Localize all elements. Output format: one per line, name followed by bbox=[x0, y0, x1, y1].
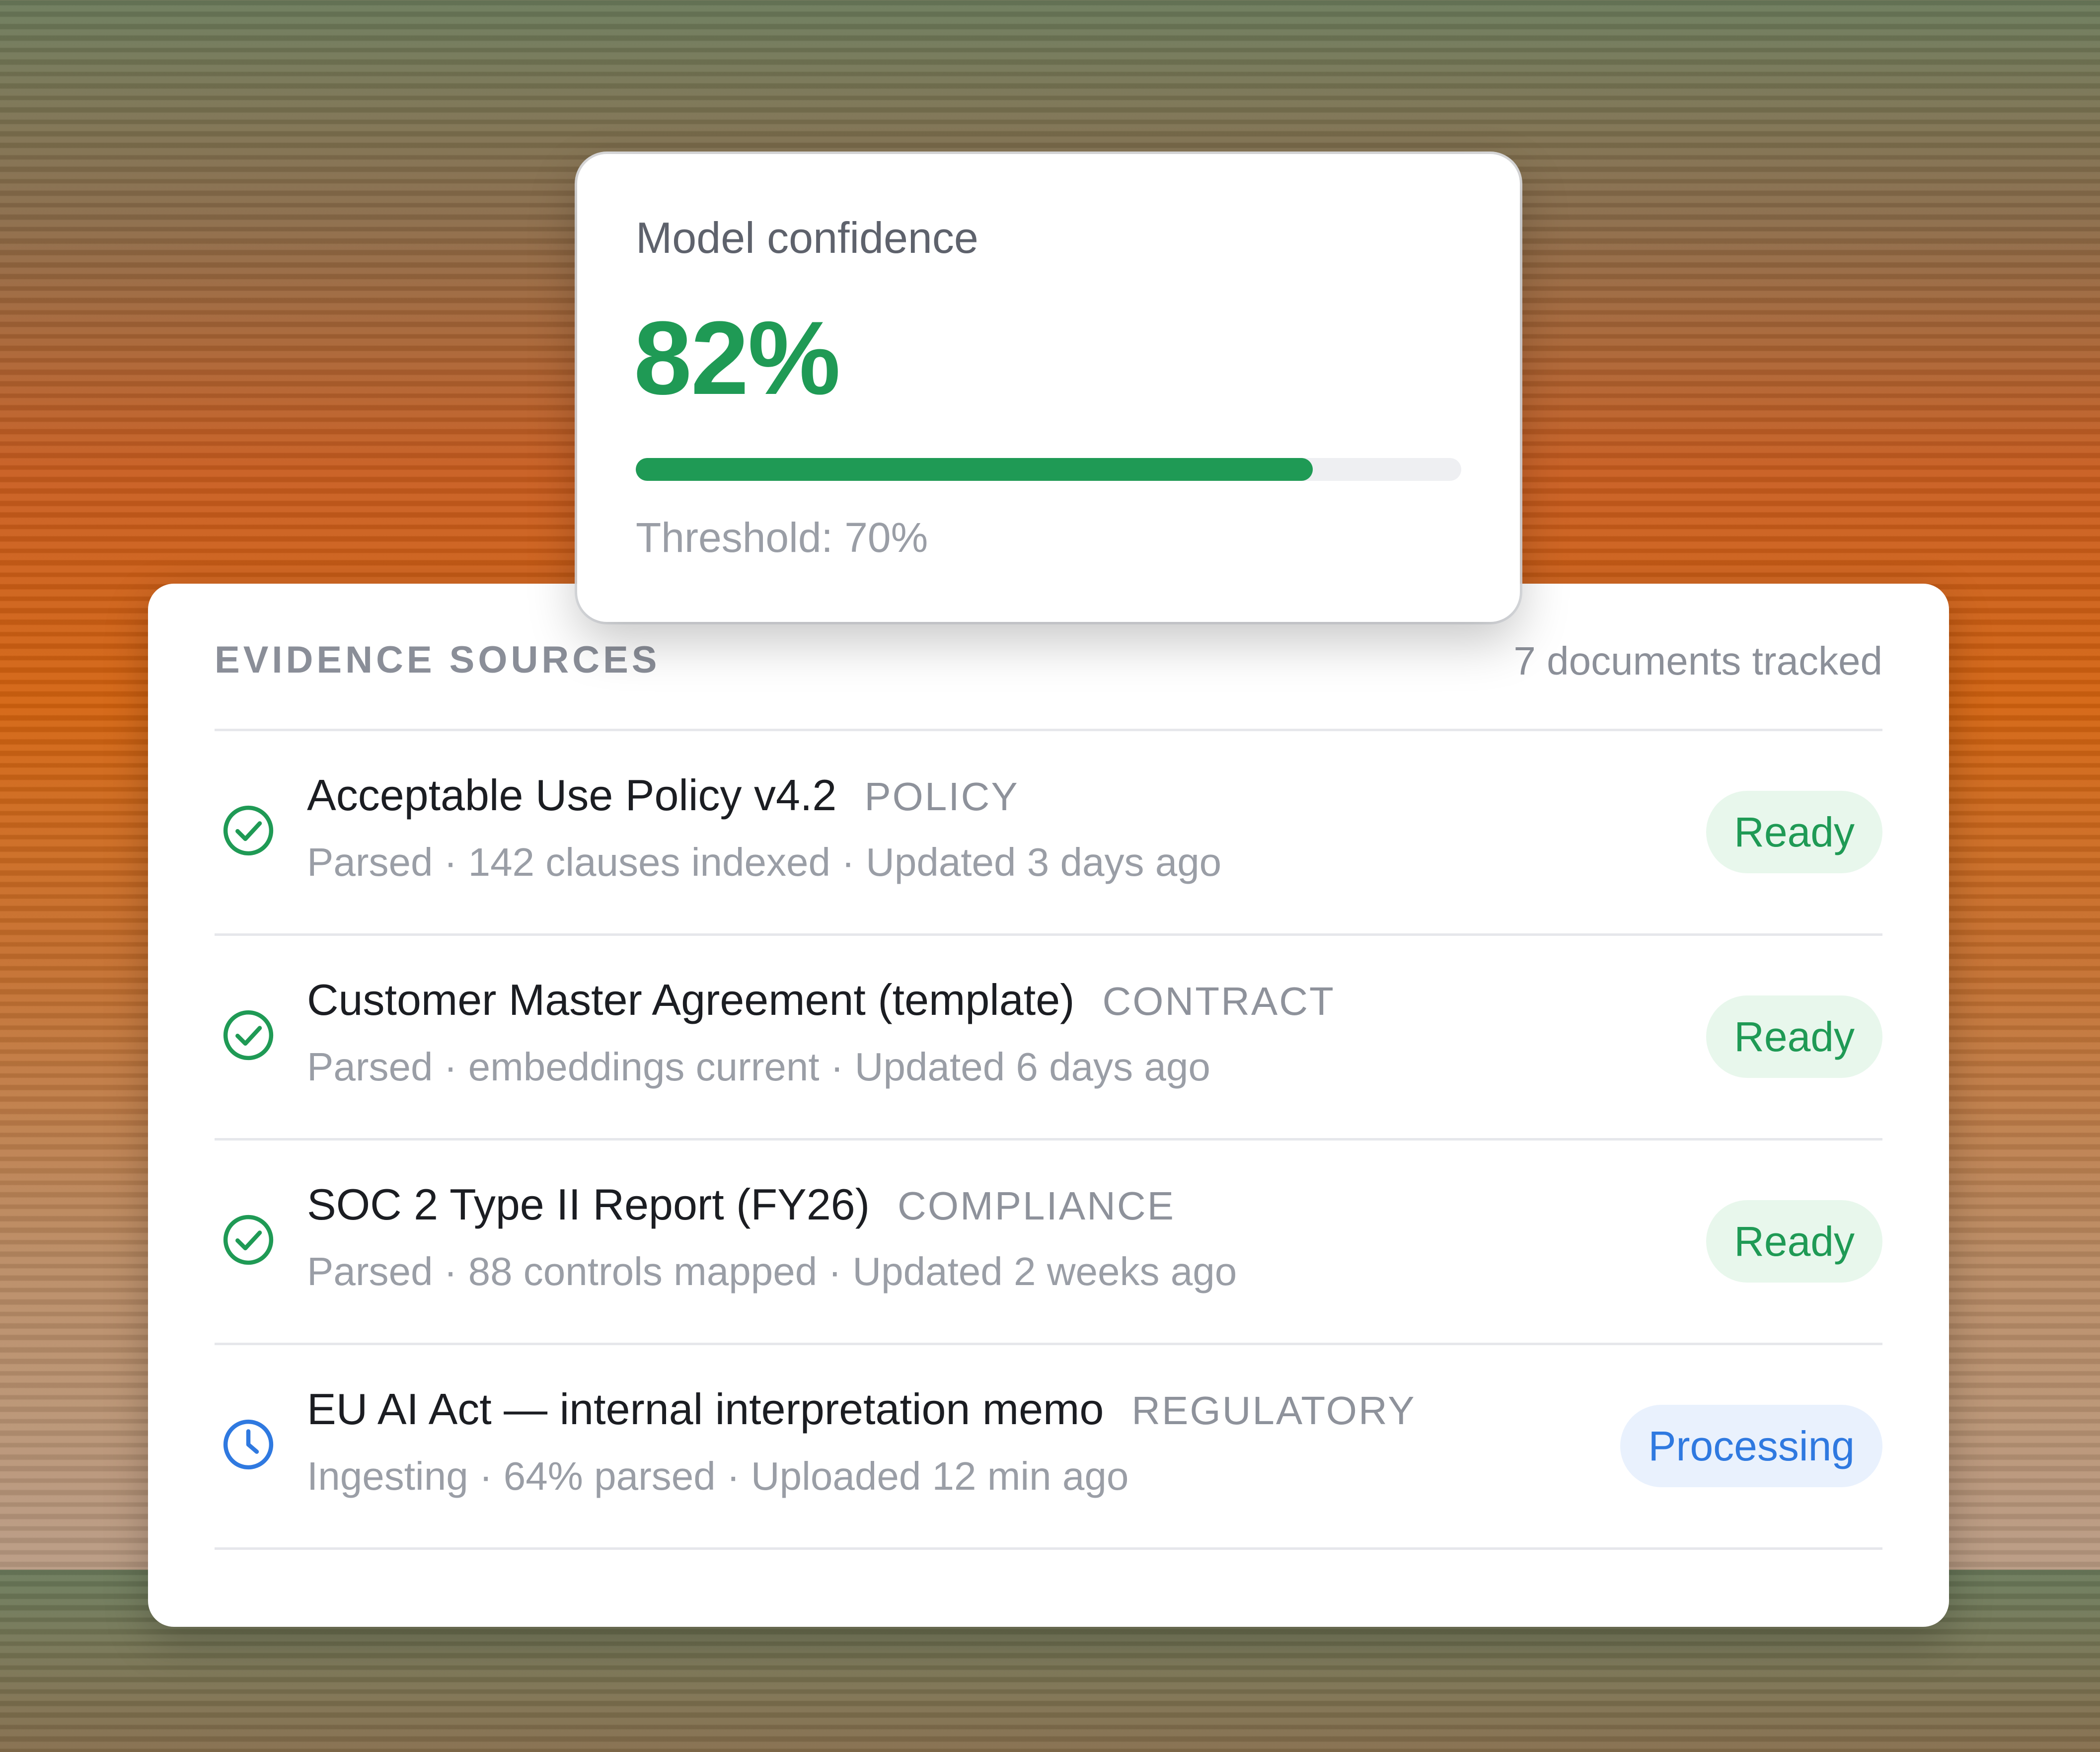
list-divider bbox=[215, 1547, 1882, 1752]
document-meta: Ingesting · 64% parsed · Uploaded 12 min… bbox=[307, 1454, 1129, 1498]
document-category: COMPLIANCE bbox=[898, 1184, 1176, 1228]
confidence-label: Model confidence bbox=[636, 213, 978, 262]
document-category: POLICY bbox=[864, 774, 1019, 819]
document-title[interactable]: Acceptable Use Policy v4.2 bbox=[307, 770, 836, 821]
list-item[interactable]: SOC 2 Type II Report (FY26) COMPLIANCE P… bbox=[215, 1138, 1882, 1343]
section-title: EVIDENCE SOURCES bbox=[215, 639, 661, 681]
list-item[interactable]: Acceptable Use Policy v4.2 POLICY Parsed… bbox=[215, 729, 1882, 933]
document-meta: Parsed · embeddings current · Updated 6 … bbox=[307, 1045, 1210, 1089]
evidence-list: Acceptable Use Policy v4.2 POLICY Parsed… bbox=[215, 729, 1882, 1752]
document-category: REGULATORY bbox=[1131, 1388, 1416, 1433]
confidence-progress-fill bbox=[636, 458, 1313, 481]
document-meta: Parsed · 88 controls mapped · Updated 2 … bbox=[307, 1249, 1237, 1294]
document-meta: Parsed · 142 clauses indexed · Updated 3… bbox=[307, 840, 1222, 884]
list-item[interactable]: Customer Master Agreement (template) CON… bbox=[215, 933, 1882, 1138]
model-confidence-card: Model confidence 82% Threshold: 70% bbox=[577, 154, 1520, 622]
status-badge: Processing bbox=[1620, 1405, 1882, 1487]
status-badge: Ready bbox=[1706, 995, 1882, 1078]
check-circle-icon bbox=[220, 802, 277, 859]
clock-icon bbox=[220, 1416, 277, 1473]
evidence-sources-panel: EVIDENCE SOURCES 7 documents tracked Acc… bbox=[148, 584, 1949, 1627]
document-title[interactable]: EU AI Act — internal interpretation memo bbox=[307, 1384, 1104, 1435]
document-category: CONTRACT bbox=[1102, 979, 1335, 1023]
threshold-text: Threshold: 70% bbox=[636, 514, 928, 561]
document-title[interactable]: SOC 2 Type II Report (FY26) bbox=[307, 1179, 870, 1230]
panel-header: EVIDENCE SOURCES 7 documents tracked bbox=[215, 638, 1882, 698]
status-badge: Ready bbox=[1706, 1200, 1882, 1283]
status-badge: Ready bbox=[1706, 791, 1882, 873]
confidence-value: 82% bbox=[634, 300, 840, 416]
check-circle-icon bbox=[220, 1006, 277, 1064]
document-title[interactable]: Customer Master Agreement (template) bbox=[307, 975, 1074, 1025]
confidence-progress-bar bbox=[636, 458, 1461, 481]
list-item[interactable]: EU AI Act — internal interpretation memo… bbox=[215, 1343, 1882, 1547]
documents-tracked-count: 7 documents tracked bbox=[1513, 639, 1882, 683]
check-circle-icon bbox=[220, 1211, 277, 1269]
